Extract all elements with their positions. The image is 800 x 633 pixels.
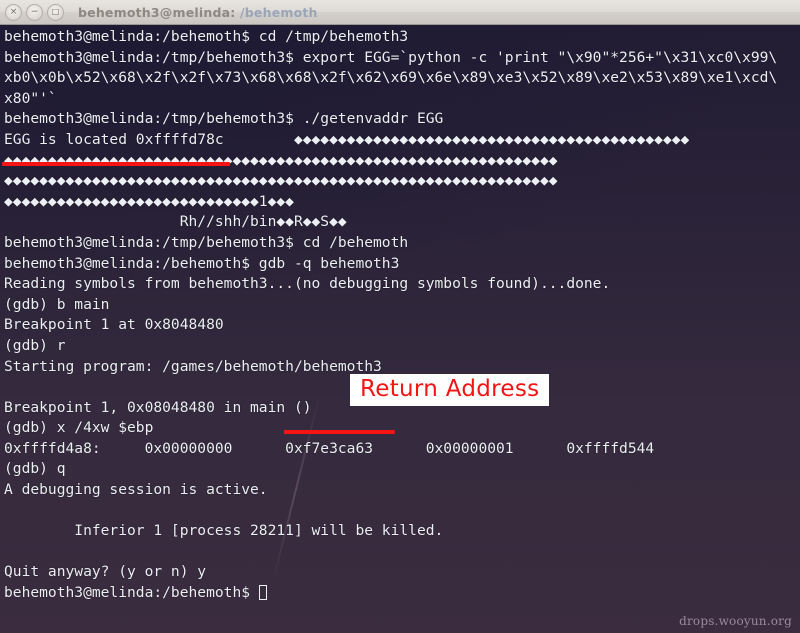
watermark: drops.wooyun.org: [679, 614, 792, 628]
close-icon[interactable]: ×: [5, 3, 22, 21]
terminal-line: behemoth3@melinda:/behemoth$ cd /tmp/beh…: [4, 28, 409, 45]
minimize-icon[interactable]: −: [26, 3, 43, 21]
terminal-line: (gdb) q: [4, 460, 66, 478]
window-title: behemoth3@melinda: /behemoth: [78, 5, 318, 20]
terminal-line: xb0\x0b\x52\x68\x2f\x2f\x73\x68\x68\x2f\…: [4, 69, 778, 87]
text-cursor: [258, 585, 267, 601]
terminal-line: behemoth3@melinda:/tmp/behemoth3$ export…: [4, 48, 778, 66]
terminal-screen[interactable]: behemoth3@melinda:/behemoth$ cd /tmp/beh…: [0, 25, 800, 633]
terminal-window: × − □ behemoth3@melinda: /behemoth behem…: [0, 0, 800, 633]
shell-prompt: behemoth3@melinda:/behemoth$: [4, 584, 259, 602]
terminal-line: Reading symbols from behemoth3...(no deb…: [4, 275, 611, 293]
terminal-prompt-line: behemoth3@melinda:/behemoth$: [4, 583, 777, 604]
terminal-line: x80"'`: [4, 89, 57, 107]
maximize-icon[interactable]: □: [47, 3, 64, 21]
terminal-line: A debugging session is active.: [4, 481, 268, 499]
terminal-line: EGG is located 0xffffd78c ◆◆◆◆◆◆◆◆◆◆◆◆◆◆…: [4, 130, 690, 148]
terminal-line: behemoth3@melinda:/tmp/behemoth3$ ./gete…: [4, 110, 444, 128]
terminal-line: Breakpoint 1 at 0x8048480: [4, 316, 224, 334]
terminal-line: (gdb) r: [4, 336, 66, 354]
terminal-line: (gdb) b main: [4, 295, 110, 313]
terminal-line: (gdb) x /4xw $ebp: [4, 419, 154, 437]
terminal-line: Inferior 1 [process 28211] will be kille…: [4, 522, 444, 540]
terminal-line: behemoth3@melinda:/tmp/behemoth3$ cd /be…: [4, 233, 409, 251]
terminal-line: ◆◆◆◆◆◆◆◆◆◆◆◆◆◆◆◆◆◆◆◆◆◆◆◆◆◆◆◆◆◆◆◆◆◆◆◆◆◆◆◆…: [4, 172, 558, 190]
window-title-user: behemoth3@melinda:: [78, 4, 240, 20]
terminal-output: behemoth3@melinda:/behemoth$ cd /tmp/beh…: [0, 25, 777, 604]
terminal-line: Quit anyway? (y or n) y: [4, 563, 207, 581]
terminal-line: ◆◆◆◆◆◆◆◆◆◆◆◆◆◆◆◆◆◆◆◆◆◆◆◆◆◆◆◆◆1◆◆◆: [4, 192, 294, 210]
terminal-line: Rh//shh/bin◆◆R◆◆S◆◆: [4, 213, 347, 231]
window-title-path: /behemoth: [240, 4, 318, 20]
title-bar: × − □ behemoth3@melinda: /behemoth: [0, 0, 800, 25]
return-address-callout: Return Address: [350, 374, 550, 406]
terminal-line: 0xffffd4a8: 0x00000000 0xf7e3ca63 0x0000…: [4, 439, 655, 457]
terminal-line: ◆◆◆◆◆◆◆◆◆◆◆◆◆◆◆◆◆◆◆◆◆◆◆◆◆◆◆◆◆◆◆◆◆◆◆◆◆◆◆◆…: [4, 151, 558, 169]
terminal-line: behemoth3@melinda:/behemoth$ gdb -q behe…: [4, 254, 400, 272]
